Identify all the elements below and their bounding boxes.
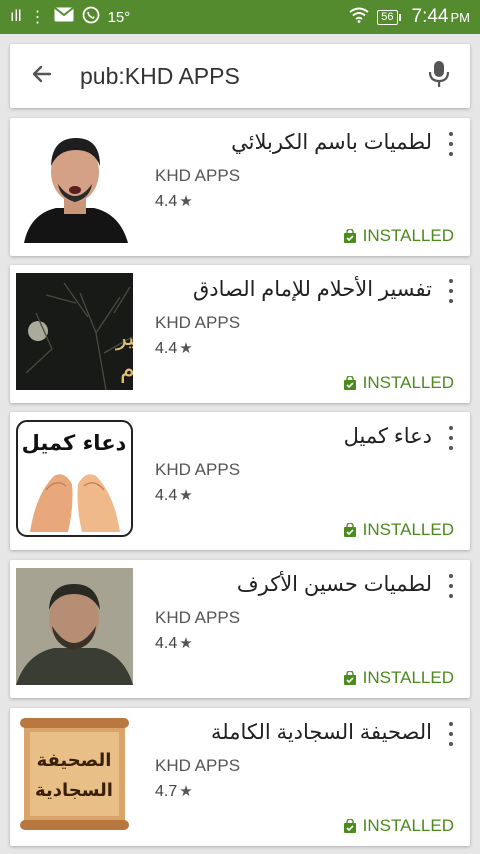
temperature: 15° [107, 8, 131, 26]
rating-value: 4.7 [155, 783, 178, 800]
app-card[interactable]: لطميات باسم الكربلائي KHD APPS 4.4 ★ INST… [10, 118, 470, 256]
search-input[interactable]: pub:KHD APPS [80, 63, 428, 90]
app-title[interactable]: لطميات حسين الأكرف [142, 572, 432, 597]
installed-badge: INSTALLED [343, 668, 454, 688]
more-vertical-icon[interactable] [446, 574, 456, 598]
microphone-icon[interactable] [428, 60, 450, 93]
status-right: 56 7:44 PM [349, 6, 470, 28]
app-developer[interactable]: KHD APPS [155, 756, 240, 776]
app-icon-dreams: تفسير الأحلام [16, 273, 133, 390]
signal-icon: ıll [10, 8, 22, 25]
app-title[interactable]: الصحيفة السجادية الكاملة [142, 720, 432, 745]
clock: 7:44 PM [412, 6, 470, 28]
installed-label: INSTALLED [362, 816, 454, 835]
shopping-bag-check-icon [343, 376, 356, 390]
more-vertical-icon[interactable] [446, 426, 456, 450]
star-icon: ★ [179, 635, 193, 652]
clock-time: 7:44 [411, 6, 449, 27]
rating-value: 4.4 [155, 635, 178, 652]
app-developer[interactable]: KHD APPS [155, 166, 240, 186]
shopping-bag-check-icon [343, 671, 356, 685]
app-icon-sahifa: الصحيفة السجادية [16, 716, 133, 833]
app-developer[interactable]: KHD APPS [155, 313, 240, 333]
more-vertical-icon[interactable] [446, 132, 456, 156]
status-left: ıll ⋮ 15° [10, 6, 130, 29]
star-icon: ★ [179, 193, 193, 210]
app-developer[interactable]: KHD APPS [155, 460, 240, 480]
installed-label: INSTALLED [362, 668, 454, 687]
app-title[interactable]: تفسير الأحلام للإمام الصادق [142, 277, 432, 302]
app-title[interactable]: لطميات باسم الكربلائي [142, 130, 432, 155]
arrow-left-icon[interactable] [30, 62, 54, 91]
battery-indicator: 56 [377, 9, 401, 25]
sahifa-title-line2: السجادية [35, 780, 113, 801]
app-rating: 4.7 ★ [155, 782, 193, 801]
app-rating: 4.4 ★ [155, 486, 193, 505]
app-icon-dua-kumayl: دعاء كميل [16, 420, 133, 537]
star-icon: ★ [179, 783, 193, 800]
status-bar: ıll ⋮ 15° 56 7:44 PM [0, 0, 480, 34]
dream-title-line1: تفسير [115, 326, 133, 351]
whatsapp-icon [82, 6, 100, 29]
rating-value: 4.4 [155, 487, 178, 504]
wifi-icon [349, 7, 369, 28]
app-developer[interactable]: KHD APPS [155, 608, 240, 628]
app-title[interactable]: دعاء كميل [142, 424, 432, 449]
dream-title-line2: الأحلام [120, 354, 133, 383]
more-notifications-icon: ⋮ [29, 9, 46, 26]
installed-label: INSTALLED [362, 520, 454, 539]
rating-value: 4.4 [155, 193, 178, 210]
clock-ampm: PM [450, 10, 471, 25]
app-rating: 4.4 ★ [155, 192, 193, 211]
rating-value: 4.4 [155, 340, 178, 357]
star-icon: ★ [179, 487, 193, 504]
gmail-icon [53, 7, 74, 27]
dua-title: دعاء كميل [22, 431, 127, 455]
installed-label: INSTALLED [362, 226, 454, 245]
installed-label: INSTALLED [362, 373, 454, 392]
shopping-bag-check-icon [343, 229, 356, 243]
installed-badge: INSTALLED [343, 226, 454, 246]
installed-badge: INSTALLED [343, 520, 454, 540]
more-vertical-icon[interactable] [446, 722, 456, 746]
app-card[interactable]: دعاء كميل دعاء كميل KHD APPS 4.4 ★ INSTAL… [10, 412, 470, 550]
app-card[interactable]: لطميات حسين الأكرف KHD APPS 4.4 ★ INSTALL… [10, 560, 470, 698]
star-icon: ★ [179, 340, 193, 357]
more-vertical-icon[interactable] [446, 279, 456, 303]
app-card[interactable]: تفسير الأحلام تفسير الأحلام للإمام الصاد… [10, 265, 470, 403]
app-rating: 4.4 ★ [155, 339, 193, 358]
app-rating: 4.4 ★ [155, 634, 193, 653]
shopping-bag-check-icon [343, 523, 356, 537]
search-bar: pub:KHD APPS [10, 44, 470, 108]
app-icon-hussein [16, 568, 133, 685]
app-card[interactable]: الصحيفة السجادية الصحيفة السجادية الكامل… [10, 708, 470, 846]
sahifa-title-line1: الصحيفة [37, 750, 112, 771]
app-icon-basim [16, 126, 133, 243]
installed-badge: INSTALLED [343, 373, 454, 393]
installed-badge: INSTALLED [343, 816, 454, 836]
shopping-bag-check-icon [343, 819, 356, 833]
